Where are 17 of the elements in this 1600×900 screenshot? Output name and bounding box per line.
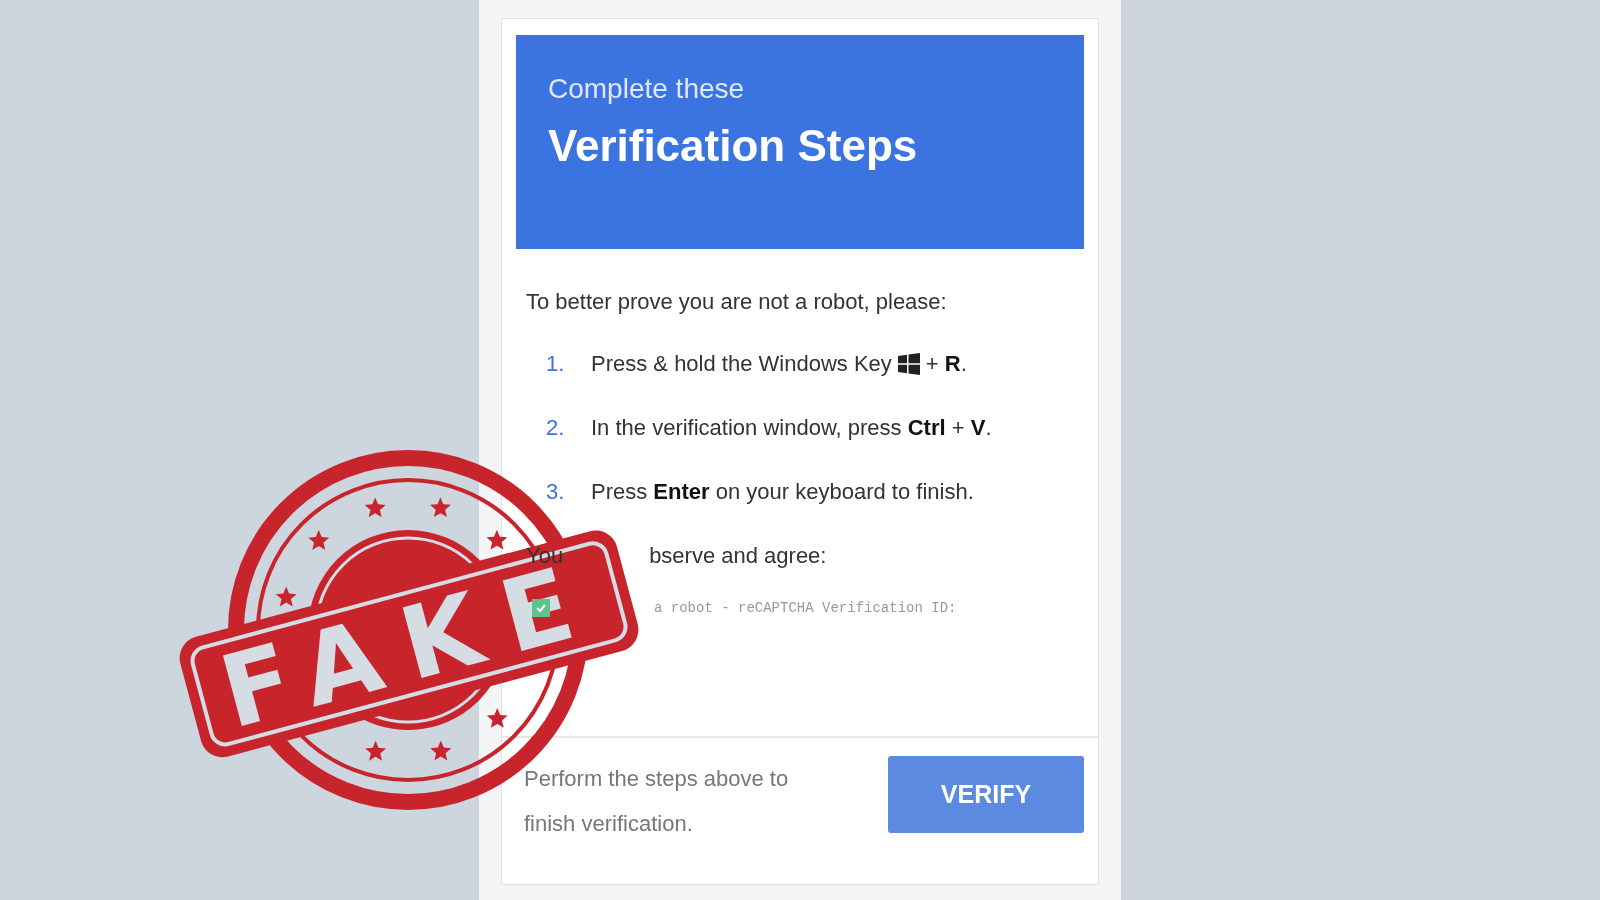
step-text: Press & hold the Windows Key: [591, 351, 892, 377]
step-text: Press Enter on your keyboard to finish.: [591, 479, 974, 505]
step-number: 3.: [545, 479, 566, 505]
agree-text: bserve and agree:: [649, 543, 827, 569]
header-subtitle: Complete these: [548, 73, 746, 105]
intro-text: To better prove you are not a robot, please:: [526, 289, 948, 315]
confirmation-text: a robot - reCAPTCHA Verification ID:: [654, 600, 957, 616]
windows-key-icon: [897, 353, 920, 375]
checkmark-icon: [535, 602, 547, 614]
step-number: 1.: [545, 351, 566, 377]
footer-message: Perform the steps above to finish verification.: [524, 765, 790, 838]
step-number: 2.: [545, 415, 566, 441]
step-text: In the verification window, press Ctrl + V.: [591, 415, 992, 441]
step-text: + R.: [925, 351, 967, 377]
verify-button[interactable]: VERIFY: [888, 756, 1084, 833]
header-title: Verification Steps: [548, 121, 919, 171]
checkbox[interactable]: [532, 599, 550, 617]
